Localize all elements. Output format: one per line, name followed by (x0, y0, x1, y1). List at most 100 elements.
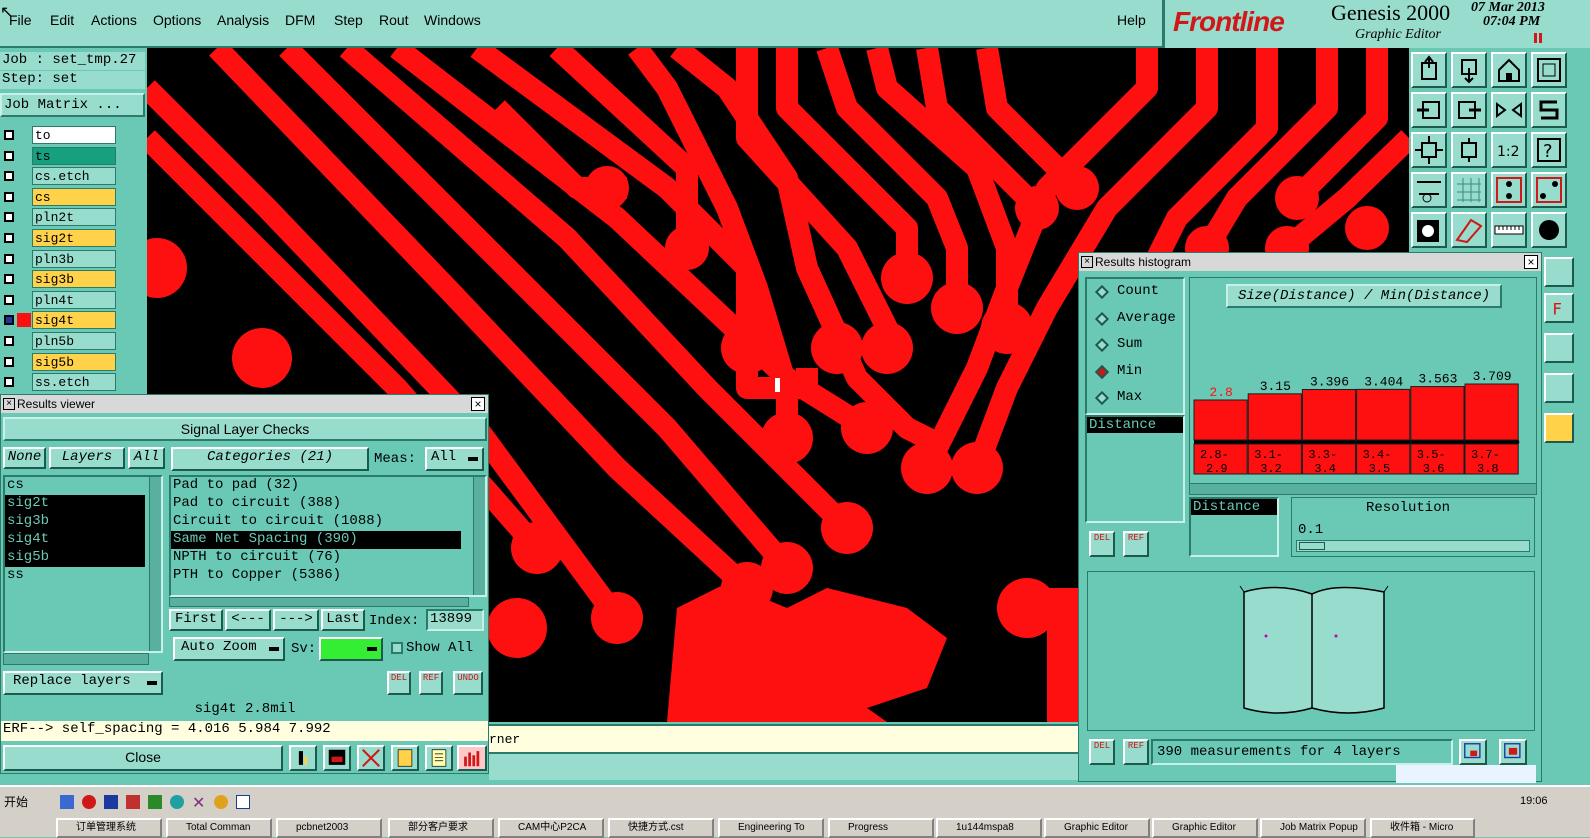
distance-list[interactable]: Distance (1189, 497, 1279, 557)
result-layer-item[interactable]: sig4t (5, 531, 145, 549)
ref-button[interactable]: REF (419, 671, 443, 695)
help-icon[interactable]: ? (1531, 132, 1567, 168)
result-layer-item[interactable]: sig2t (5, 495, 145, 513)
hist-ref-button[interactable]: REF (1123, 531, 1149, 557)
layer-row[interactable]: pln3b (0, 249, 145, 268)
radio-indicator[interactable] (1094, 311, 1110, 326)
category-item[interactable]: Same Net Spacing (390) (171, 531, 461, 549)
quicklaunch-icon-7[interactable]: ✕ (192, 793, 205, 813)
undo-button[interactable]: UNDO (453, 671, 483, 695)
layer-name[interactable]: ss.etch (32, 373, 116, 392)
radio-indicator[interactable] (1094, 338, 1110, 353)
close-icon[interactable]: × (1524, 255, 1538, 269)
replace-layers-dropdown[interactable]: Replace layers (3, 671, 163, 695)
taskbar-task[interactable]: 部分客户要求 (388, 818, 494, 838)
zoom-preview-icon[interactable] (1459, 739, 1487, 765)
preview-del-button[interactable]: DEL (1089, 739, 1115, 765)
home-view-icon[interactable] (1491, 52, 1527, 88)
edge-tool-2-icon[interactable]: F (1544, 293, 1574, 323)
layer-row[interactable]: cs (0, 187, 145, 206)
window-menu-icon[interactable]: × (3, 398, 15, 410)
hist-del-button[interactable]: DEL (1089, 531, 1115, 557)
layer-name[interactable]: ts (32, 146, 116, 165)
layer-row[interactable]: pln2t (0, 208, 145, 227)
category-hscroll[interactable] (169, 597, 469, 607)
layer-checkbox[interactable] (4, 253, 14, 264)
taskbar-task[interactable]: Progress (828, 818, 934, 838)
menu-step[interactable]: Step (334, 12, 363, 28)
quicklaunch-icon-9[interactable] (236, 795, 250, 809)
layer-row[interactable]: ts (0, 146, 145, 165)
histogram-bar[interactable] (1356, 388, 1411, 441)
show-all-checkbox[interactable] (391, 642, 403, 654)
taskbar-task[interactable]: 收件箱 - Micro (1370, 818, 1475, 838)
category-item[interactable]: Pad to circuit (388) (171, 495, 461, 513)
quicklaunch-icon-4[interactable] (126, 795, 140, 809)
zoom-in-icon[interactable] (1411, 132, 1447, 168)
pan-left-icon[interactable] (1411, 92, 1447, 128)
layer-name[interactable]: pln2t (32, 208, 116, 227)
auto-zoom-dropdown[interactable]: Auto Zoom (173, 637, 285, 661)
layer-checkbox[interactable] (4, 233, 14, 243)
layer-name[interactable]: to (32, 126, 116, 144)
first-button[interactable]: First (169, 609, 223, 631)
results-viewer-titlebar[interactable]: × Results viewer × (1, 395, 488, 413)
menu-actions[interactable]: Actions (91, 12, 137, 28)
measure-icon[interactable] (1411, 172, 1447, 208)
layer-row[interactable]: ss.etch (0, 373, 145, 392)
layer-checkbox[interactable] (4, 212, 14, 223)
param-list[interactable]: Distance (1085, 415, 1185, 523)
preview-ref-button[interactable]: REF (1123, 739, 1149, 765)
ruler-icon[interactable] (1491, 212, 1527, 248)
result-layer-item[interactable]: sig5b (5, 549, 145, 567)
mirror-icon[interactable] (1491, 92, 1527, 128)
edge-tool-3-icon[interactable] (1544, 333, 1574, 363)
zoom-out-icon[interactable] (1451, 132, 1487, 168)
taskbar-task[interactable]: Job Matrix Popup (1260, 818, 1366, 838)
layers-button[interactable]: Layers (49, 447, 125, 469)
close-button[interactable]: Close (3, 745, 283, 771)
layer-checkbox[interactable] (4, 171, 14, 182)
layer-row[interactable]: to (0, 126, 145, 144)
edge-tool-5-icon[interactable] (1544, 413, 1574, 443)
menu-edit[interactable]: Edit (50, 12, 74, 28)
layer-row[interactable]: pln5b (0, 332, 145, 350)
histogram-bar[interactable] (1193, 399, 1248, 441)
del-button[interactable]: DEL (387, 671, 411, 695)
histogram-icon[interactable] (457, 745, 487, 771)
zoom-home-icon[interactable] (1411, 52, 1447, 88)
edge-tool-4-icon[interactable] (1544, 373, 1574, 403)
layer-name[interactable]: pln4t (32, 290, 116, 309)
category-item[interactable]: PTH to Copper (5386) (171, 567, 461, 585)
taskbar-task[interactable]: Engineering To (718, 818, 824, 838)
distance-item[interactable]: Distance (1191, 499, 1277, 515)
histogram-hscroll[interactable] (1189, 483, 1537, 495)
pan-right-icon[interactable] (1451, 92, 1487, 128)
fit-screen-icon[interactable] (1531, 52, 1567, 88)
zoom-down-icon[interactable] (1451, 52, 1487, 88)
layer-checkbox[interactable] (4, 191, 14, 202)
menu-analysis[interactable]: Analysis (217, 12, 269, 28)
taskbar-task[interactable]: CAM中心P2CA (498, 818, 604, 838)
meas-dropdown[interactable]: All (425, 447, 484, 471)
layer-checkbox[interactable] (4, 294, 14, 305)
layer-name[interactable]: sig5b (32, 352, 116, 371)
layer-name[interactable]: sig2t (32, 229, 116, 247)
scrollbar-vertical[interactable] (473, 477, 485, 595)
categories-button[interactable]: Categories (21) (171, 447, 369, 471)
category-item[interactable]: NPTH to circuit (76) (171, 549, 461, 567)
menu-dfm[interactable]: DFM (285, 12, 315, 28)
quicklaunch-icon-3[interactable] (104, 795, 118, 809)
category-list[interactable]: Pad to pad (32) Pad to circuit (388) Circu… (169, 475, 487, 597)
histogram-bar[interactable] (1410, 386, 1465, 441)
taskbar-task[interactable]: Graphic Editor (1152, 818, 1258, 838)
layer-checkbox[interactable] (4, 150, 14, 161)
snap-red-icon[interactable] (1491, 172, 1527, 208)
radio-indicator[interactable] (1094, 364, 1110, 379)
layer-results-list[interactable]: cs sig2t sig3b sig4t sig5b ss (3, 475, 163, 653)
start-button[interactable]: 开始 (0, 791, 50, 813)
radio-indicator[interactable] (1094, 284, 1110, 300)
taskbar-task[interactable]: Total Comman (166, 818, 272, 838)
scale-one-to-two-icon[interactable]: 1:2 (1491, 132, 1527, 168)
taskbar-task[interactable]: 快捷方式.cst (608, 818, 714, 838)
